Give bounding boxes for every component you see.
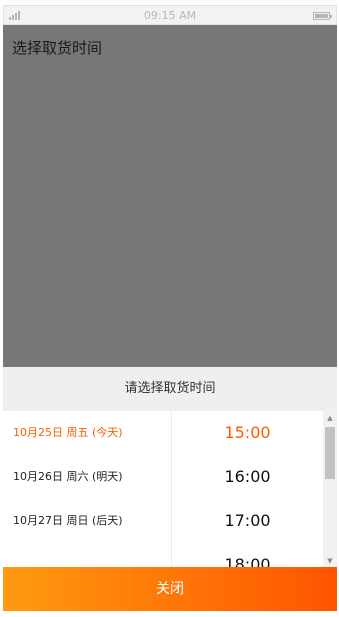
battery-icon	[313, 12, 332, 20]
time-option[interactable]: 15:00	[172, 411, 323, 455]
time-picker: 10月25日 周五 (今天) 10月26日 周六 (明天) 10月27日 周日 …	[3, 411, 337, 567]
scroll-up-arrow-icon[interactable]: ▲	[323, 413, 337, 423]
modal-backdrop[interactable]: 选择取货时间	[3, 25, 337, 367]
status-time: 09:15 AM	[143, 9, 197, 22]
date-list[interactable]: 10月25日 周五 (今天) 10月26日 周六 (明天) 10月27日 周日 …	[3, 411, 172, 567]
time-option[interactable]: 18:00	[172, 543, 323, 567]
date-option[interactable]: 10月25日 周五 (今天)	[3, 411, 171, 455]
time-option[interactable]: 16:00	[172, 455, 323, 499]
status-bar: 09:15 AM	[3, 5, 337, 25]
time-list[interactable]: 15:00 16:00 17:00 18:00	[172, 411, 323, 567]
date-option[interactable]: 10月27日 周日 (后天)	[3, 499, 171, 543]
scrollbar-thumb[interactable]	[325, 427, 335, 479]
scroll-down-arrow-icon[interactable]: ▼	[323, 556, 337, 566]
picker-header: 请选择取货时间	[3, 367, 337, 411]
date-option[interactable]: 10月26日 周六 (明天)	[3, 455, 171, 499]
scrollbar[interactable]: ▲ ▼	[323, 411, 337, 567]
page-title: 选择取货时间	[12, 39, 103, 57]
time-option[interactable]: 17:00	[172, 499, 323, 543]
close-button[interactable]: 关闭	[3, 567, 337, 611]
